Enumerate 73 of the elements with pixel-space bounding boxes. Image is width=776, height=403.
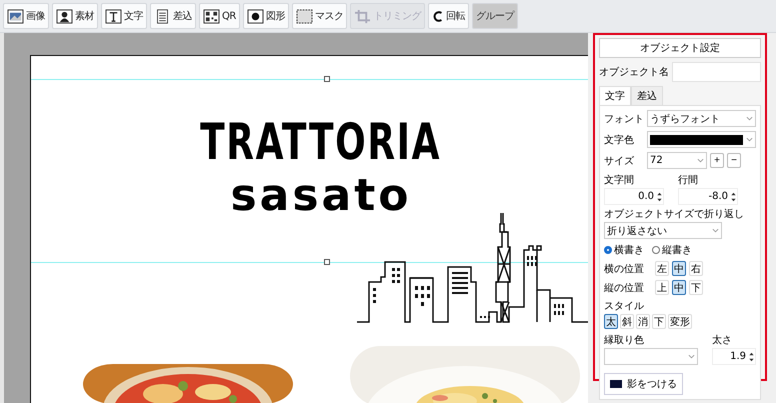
field-label: 縁取り色 <box>604 334 645 347</box>
document-icon <box>154 8 171 24</box>
field-label: 太さ <box>712 334 733 347</box>
toolbar-button[interactable]: マスク <box>292 3 348 29</box>
field-label: サイズ <box>604 154 635 168</box>
field-label: オブジェクトサイズで折り返し <box>604 208 745 221</box>
field-label: フォント <box>604 112 644 126</box>
spin-field[interactable]: -8.0 <box>678 188 738 205</box>
field-label: 行間 <box>678 174 699 187</box>
toggle-button[interactable]: 上 <box>655 280 669 295</box>
field-label: オブジェクト名 <box>599 66 669 79</box>
caret-icon <box>746 137 753 142</box>
input-field[interactable] <box>672 62 761 82</box>
tab[interactable]: 文字 <box>599 86 631 105</box>
toggle-button[interactable]: 左 <box>655 261 669 276</box>
toggle-button[interactable]: 消 <box>636 314 650 329</box>
toggle-button[interactable]: 下 <box>652 314 666 329</box>
caret-icon <box>697 158 704 163</box>
shadow-button[interactable]: 影をつける <box>604 373 683 395</box>
toolbar-button[interactable]: 回転 <box>428 3 469 29</box>
spin-field[interactable]: 1.9 <box>712 348 756 365</box>
toolbar-button[interactable]: 画像 <box>3 3 49 29</box>
qr-icon <box>203 8 220 24</box>
resize-handle[interactable] <box>324 259 330 265</box>
toggle-button[interactable]: 下 <box>689 280 703 295</box>
size-step-button[interactable]: + <box>710 153 724 168</box>
toolbar-button[interactable]: QR <box>199 3 240 29</box>
color-dropdown[interactable] <box>647 131 756 148</box>
field-label: 文字色 <box>604 134 635 146</box>
toolbar-button[interactable]: 素材 <box>52 3 98 29</box>
size-dropdown[interactable]: 72 <box>647 152 707 169</box>
caret-icon <box>746 116 753 121</box>
dropdown[interactable]: うずらフォント <box>647 110 756 127</box>
toolbar-button[interactable]: 差込 <box>150 3 196 29</box>
toggle-button[interactable]: 右 <box>689 261 703 276</box>
field-label: 横の位置 <box>604 262 645 276</box>
toggle-button[interactable]: 変形 <box>668 314 692 329</box>
field-label: 文字間 <box>604 174 635 187</box>
spin-arrows-icon <box>730 190 737 202</box>
tab[interactable]: 差込 <box>631 86 663 105</box>
spin-field[interactable]: 0.0 <box>604 188 664 205</box>
field-label: 縦の位置 <box>604 282 645 294</box>
crop-icon <box>354 8 372 24</box>
toggle-button[interactable]: 中 <box>672 261 686 276</box>
panel-title: オブジェクト設定 <box>599 38 761 58</box>
spin-arrows-icon <box>748 350 755 362</box>
title-text: sasato <box>230 173 412 219</box>
radio-button[interactable] <box>604 246 612 254</box>
caret-icon <box>712 228 719 233</box>
toolbar-button[interactable]: 文字 <box>101 3 147 29</box>
radio-option[interactable]: 縦書き <box>652 243 692 257</box>
color-dropdown[interactable] <box>604 348 698 365</box>
resize-handle[interactable] <box>324 76 330 82</box>
field-label: スタイル <box>604 300 645 313</box>
shadow-icon <box>610 380 622 388</box>
radio-option[interactable]: 横書き <box>604 243 644 257</box>
mask-icon <box>296 8 313 24</box>
dropdown[interactable]: 折り返さない <box>604 222 722 239</box>
toggle-button[interactable]: 中 <box>672 280 686 295</box>
figure-icon <box>56 8 73 24</box>
toolbar-button[interactable]: 図形 <box>242 3 289 29</box>
image-icon <box>7 8 24 24</box>
caret-icon <box>688 354 695 359</box>
spin-arrows-icon <box>656 190 663 202</box>
toolbar-button[interactable]: グループ <box>472 3 518 29</box>
size-step-button[interactable]: − <box>727 153 741 168</box>
rotate-icon <box>432 8 444 24</box>
toggle-button[interactable]: 太 <box>604 314 618 329</box>
shape-icon <box>246 8 264 24</box>
text-icon <box>105 8 122 24</box>
toggle-button[interactable]: 斜 <box>620 314 634 329</box>
title-text: TRATTORIA <box>200 112 442 173</box>
radio-button[interactable] <box>652 246 660 254</box>
